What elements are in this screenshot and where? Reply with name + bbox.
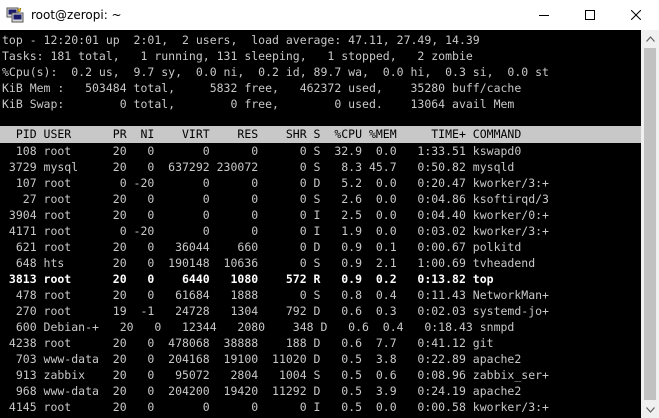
summary-uptime-line: top - 12:20:01 up 2:01, 2 users, load av… [2,33,480,47]
terminal-output[interactable]: top - 12:20:01 up 2:01, 2 users, load av… [0,30,641,418]
summary-tasks-line: Tasks: 181 total, 1 running, 131 sleepin… [2,49,473,63]
table-row: 107 root 0 -20 0 0 0 D 5.2 0.0 0:20.47 k… [2,176,549,190]
table-row: 913 zabbix 20 0 95072 2804 1004 S 0.5 0.… [2,368,549,382]
scrollbar-thumb[interactable] [644,48,656,400]
summary-cpu-line: %Cpu(s): 0.2 us, 9.7 sy, 0.0 ni, 0.2 id,… [2,65,549,79]
scroll-up-button[interactable] [641,30,659,47]
minimize-icon [539,15,549,16]
title-bar[interactable]: root@zeropi: ~ [0,0,659,30]
summary-swap-line: KiB Swap: 0 total, 0 free, 0 used. 13064… [2,97,515,111]
table-row: 968 www-data 20 0 204200 19420 11292 D 0… [2,384,522,398]
maximize-button[interactable] [567,0,613,30]
table-row: 3729 mysql 20 0 637292 230072 0 S 8.3 45… [2,160,515,174]
scroll-up-arrow-icon [645,35,655,42]
window-controls [521,0,659,30]
close-button[interactable] [613,0,659,30]
table-row: 3904 root 20 0 0 0 0 I 2.5 0.0 0:04.40 k… [2,208,549,222]
table-row: 703 www-data 20 0 204168 19100 11020 D 0… [2,352,522,366]
table-row: 621 root 20 0 36044 660 0 D 0.9 0.1 0:00… [2,240,522,254]
table-row: 108 root 20 0 0 0 0 S 32.9 0.0 1:33.51 k… [2,144,522,158]
table-row: 270 root 19 -1 24728 1304 792 D 0.6 0.3 … [2,304,549,318]
summary-mem-line: KiB Mem : 503484 total, 5832 free, 46237… [2,81,522,95]
table-row: 4145 root 20 0 0 0 0 I 0.5 0.0 0:00.58 k… [2,400,549,414]
table-row-highlighted: 3813 root 20 0 6440 1080 572 R 0.9 0.2 0… [2,272,494,286]
maximize-icon [585,10,595,20]
minimize-button[interactable] [521,0,567,30]
window-title: root@zeropi: ~ [31,8,122,22]
table-row: 648 hts 20 0 190148 10636 0 S 0.9 2.1 1:… [2,256,536,270]
putty-terminal-icon [6,7,24,23]
process-table-header: PID USER PR NI VIRT RES SHR S %CPU %MEM … [0,126,641,143]
table-row: 4171 root 0 -20 0 0 0 I 1.9 0.0 0:03.02 … [2,224,549,238]
table-row: 27 root 20 0 0 0 0 S 2.6 0.0 0:04.86 kso… [2,192,549,206]
vertical-scrollbar[interactable] [641,30,659,418]
scroll-down-arrow-icon [645,406,655,413]
scroll-down-button[interactable] [641,401,659,418]
table-row: 4238 root 20 0 478068 38888 188 D 0.6 7.… [2,336,494,350]
close-icon [631,10,641,20]
process-header-text: PID USER PR NI VIRT RES SHR S %CPU %MEM … [2,127,522,141]
table-row: 600 Debian-+ 20 0 12344 2080 348 D 0.6 0… [2,320,515,334]
table-row: 478 root 20 0 61684 1888 0 S 0.8 0.4 0:1… [2,288,549,302]
terminal-window: root@zeropi: ~ top - 12:20:01 up 2:01, 2… [0,0,659,418]
